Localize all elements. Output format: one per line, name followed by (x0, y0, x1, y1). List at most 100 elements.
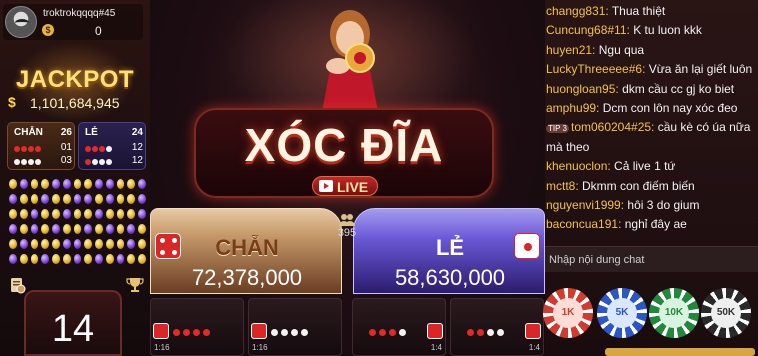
bet-le-amount: 58,630,000 (394, 265, 506, 290)
result-ball-even (105, 208, 114, 219)
chat-username: Cuncung68#11: (546, 23, 630, 38)
history-icon[interactable] (8, 276, 26, 294)
chip-1k[interactable]: 1K (543, 288, 593, 338)
dice-icon (427, 323, 443, 339)
result-ball-odd (73, 253, 82, 264)
chip-50k[interactable]: 50K (701, 288, 751, 338)
chat-messages[interactable]: changg831: Thua thiệt Cuncung68#11: K tu … (545, 4, 758, 240)
result-ball-even (30, 178, 39, 189)
result-ball-even (52, 253, 60, 264)
result-ball-even (116, 223, 125, 234)
result-ball-even (41, 208, 50, 219)
chat-text: Dcm con lôn nay xóc đeo (599, 100, 738, 115)
result-ball-odd (105, 178, 114, 189)
result-ball-even (84, 208, 93, 219)
result-ball-odd (30, 223, 39, 234)
sub-bet-two-red[interactable]: 1:4 (450, 298, 544, 356)
result-ball-odd (95, 178, 103, 189)
result-ball-odd (84, 223, 93, 234)
sub-bet-four-red[interactable]: 1:16 (150, 298, 244, 356)
result-ball-even (19, 208, 28, 219)
result-ball-even (9, 178, 17, 189)
result-ball-even (116, 193, 125, 204)
result-history-grid (6, 176, 146, 272)
result-ball-even (30, 238, 39, 249)
dealer-image (320, 10, 380, 122)
chat-text: Ngu qua (595, 42, 645, 57)
result-ball-even (116, 178, 125, 189)
chat-panel: changg831: Thua thiệt Cuncung68#11: K tu … (543, 0, 758, 356)
result-ball-odd (62, 238, 71, 249)
result-ball-even (105, 253, 114, 264)
sub-bet-dots (173, 329, 211, 336)
chat-text: dkm cầu cc gj ko biet (618, 81, 735, 96)
live-label: LIVE (337, 179, 369, 195)
dice-icon (525, 323, 541, 339)
chat-username: amphu99: (546, 100, 600, 115)
tip-badge: TIP 3 (546, 123, 569, 133)
result-ball-odd (138, 193, 146, 204)
result-ball-even (19, 193, 28, 204)
history-row (6, 176, 146, 191)
result-ball-odd (9, 223, 17, 234)
chat-input-box[interactable] (545, 246, 758, 273)
stat-chan-white-dots (14, 157, 42, 168)
sub-bet-ratio: 1:16 (154, 343, 170, 352)
result-ball-even (9, 238, 17, 249)
action-bar[interactable] (605, 348, 755, 356)
result-ball-even (30, 253, 39, 264)
result-ball-odd (127, 238, 136, 249)
chat-message: huongloan95: dkm cầu cc gj ko biet (545, 82, 758, 101)
chat-message: khenuoclon: Cả live 1 tứ (545, 159, 758, 178)
result-ball-odd (73, 238, 82, 249)
jackpot-title: JACKPOT (15, 66, 135, 93)
result-ball-odd (19, 178, 28, 189)
bet-le-label: LẺ (435, 235, 465, 260)
result-ball-odd (19, 238, 28, 249)
sub-bet-ratio: 1:16 (252, 343, 268, 352)
stat-le-label: LẺ (85, 127, 98, 138)
chat-message: amphu99: Dcm con lôn nay xóc đeo (545, 101, 758, 120)
chip-5k[interactable]: 5K (597, 288, 647, 338)
stat-le-count: 24 (131, 127, 143, 138)
bet-chan-button[interactable]: CHẴN 72,378,000 (150, 208, 342, 294)
result-ball-odd (105, 223, 114, 234)
chip-10k[interactable]: 10K (649, 288, 699, 338)
chat-text: cầu kè có úa nữa (654, 120, 751, 135)
result-ball-even (62, 253, 71, 264)
result-ball-odd (73, 193, 82, 204)
result-ball-even (41, 238, 50, 249)
sub-bet-three-red[interactable]: 1:4 (352, 298, 446, 356)
bet-le-button[interactable]: LẺ 58,630,000 (353, 208, 545, 294)
result-ball-odd (9, 253, 17, 264)
chat-username: nguyenvi1999: (546, 197, 625, 212)
result-ball-odd (116, 253, 125, 264)
stat-chan-label: CHẴN (14, 127, 43, 138)
trophy-icon[interactable] (126, 276, 144, 294)
chat-input[interactable] (545, 247, 758, 273)
chat-username: huongloan95: (546, 81, 619, 96)
user-info: troktrokqqqq#45 $ 0 (3, 4, 143, 40)
result-ball-odd (105, 193, 114, 204)
sub-bet-four-white[interactable]: 1:16 (248, 298, 342, 356)
result-ball-even (138, 253, 146, 264)
chat-message: mà theo (545, 140, 758, 159)
chat-text: hôi 3 do gium (624, 197, 700, 212)
result-ball-even (95, 238, 103, 249)
result-ball-even (19, 223, 28, 234)
result-ball-even (84, 178, 93, 189)
chat-text: Vừa ăn lại giết luôn (645, 62, 753, 77)
user-avatar[interactable] (5, 6, 37, 38)
result-ball-even (95, 223, 103, 234)
result-ball-odd (41, 193, 50, 204)
result-ball-odd (84, 193, 93, 204)
live-badge[interactable]: LIVE (312, 176, 378, 196)
bet-chan-label: CHẴN (215, 235, 279, 260)
jackpot-amount: $ 1,101,684,945 (6, 94, 146, 112)
history-row (6, 251, 146, 266)
result-ball-even (105, 238, 114, 249)
result-ball-even (41, 178, 50, 189)
chip-selector: 1K 5K 10K 50K (543, 286, 758, 346)
result-ball-even (116, 208, 125, 219)
sub-bet-ratio: 1:4 (430, 343, 442, 352)
